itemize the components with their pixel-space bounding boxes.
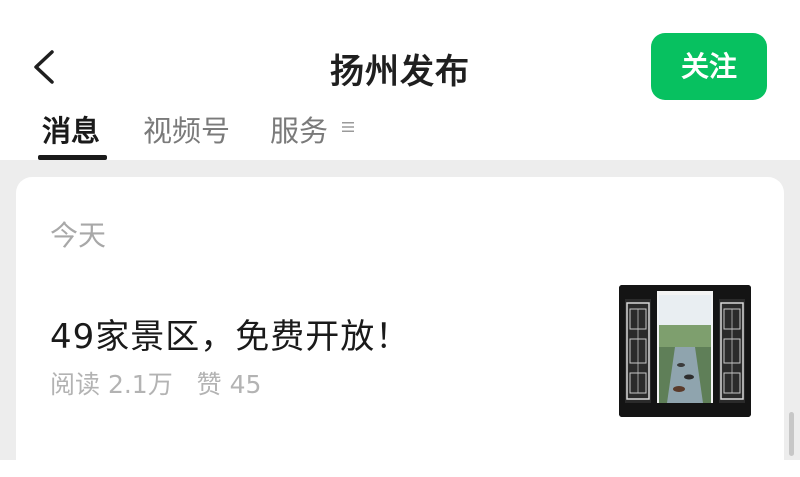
tab-services[interactable]: 服务	[270, 108, 328, 150]
thumbnail-image	[619, 285, 751, 417]
like-count: 赞 45	[196, 370, 262, 399]
tab-messages[interactable]: 消息	[42, 108, 100, 150]
read-count: 阅读 2.1万	[50, 370, 173, 399]
message-card: 今天 49家景区，免费开放！ 阅读 2.1万 赞 45	[16, 177, 784, 477]
article-thumbnail[interactable]	[619, 285, 751, 417]
date-label: 今天	[50, 219, 107, 252]
menu-lines-icon[interactable]	[342, 121, 354, 133]
article-stats: 阅读 2.1万 赞 45	[50, 365, 277, 401]
article-title[interactable]: 49家景区，免费开放！	[50, 309, 410, 358]
top-bar: 扬州发布 关注 消息 视频号 服务	[0, 0, 800, 160]
scrollbar[interactable]	[789, 412, 794, 456]
follow-button[interactable]: 关注	[651, 33, 767, 100]
tab-channels[interactable]: 视频号	[143, 108, 230, 150]
